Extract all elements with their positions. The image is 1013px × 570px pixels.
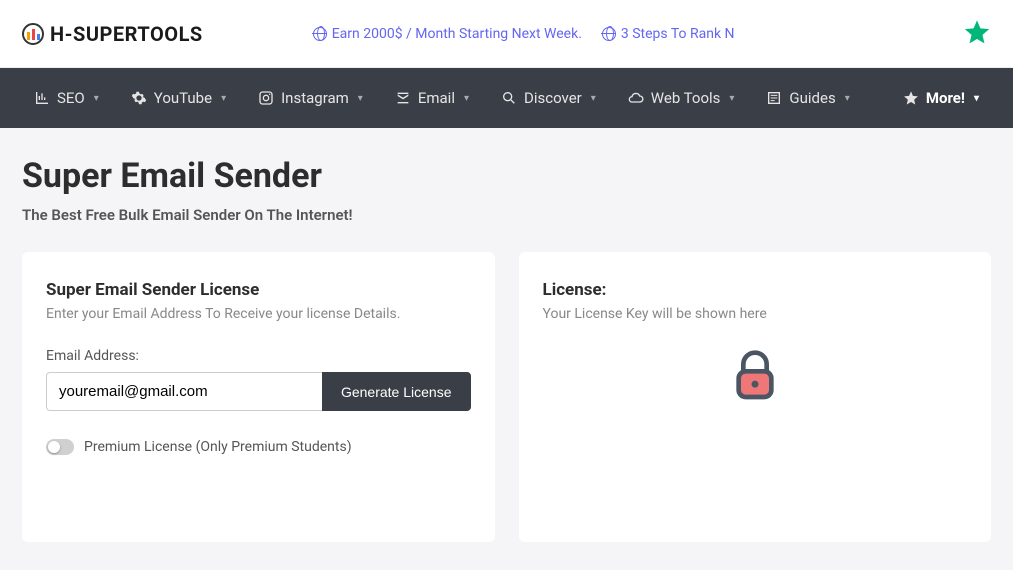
nav-webtools[interactable]: Web Tools ▾ <box>616 81 747 115</box>
trustpilot-star-icon[interactable] <box>963 18 991 50</box>
mail-icon <box>395 90 411 106</box>
form-card-title: Super Email Sender License <box>46 280 471 300</box>
generate-license-button[interactable]: Generate License <box>322 372 471 411</box>
logo[interactable]: H-SUPERTOOLS <box>22 22 203 46</box>
logo-text: H-SUPERTOOLS <box>50 22 203 46</box>
promo-link-rank[interactable]: 3 Steps To Rank N <box>602 26 735 42</box>
nav-label: Email <box>418 89 455 107</box>
nav-label: Discover <box>524 89 582 107</box>
input-row: Generate License <box>46 372 471 411</box>
chevron-down-icon: ▾ <box>94 93 99 104</box>
nav-youtube[interactable]: YouTube ▾ <box>119 81 238 115</box>
license-form-card: Super Email Sender License Enter your Em… <box>22 252 495 542</box>
nav-more[interactable]: More! ▾ <box>891 81 991 115</box>
cloud-icon <box>628 90 644 106</box>
nav-label: Web Tools <box>651 89 721 107</box>
promo-link-earn[interactable]: Earn 2000$ / Month Starting Next Week. <box>313 26 582 42</box>
nav-label: Instagram <box>281 89 349 107</box>
nav-label: More! <box>926 89 965 107</box>
promo-links: Earn 2000$ / Month Starting Next Week. 3… <box>313 26 735 42</box>
license-display-card: License: Your License Key will be shown … <box>519 252 992 542</box>
promo-link-text: 3 Steps To Rank N <box>621 26 735 42</box>
search-icon <box>501 90 517 106</box>
nav-label: Guides <box>789 89 835 107</box>
license-card-subtext: Your License Key will be shown here <box>543 306 968 322</box>
chevron-down-icon: ▾ <box>591 93 596 104</box>
nav-label: SEO <box>57 89 85 107</box>
premium-toggle-row: Premium License (Only Premium Students) <box>46 439 471 455</box>
gear-icon <box>131 90 147 106</box>
nav-instagram[interactable]: Instagram ▾ <box>246 81 375 115</box>
chevron-down-icon: ▾ <box>221 93 226 104</box>
promo-link-text: Earn 2000$ / Month Starting Next Week. <box>332 26 582 42</box>
nav-seo[interactable]: SEO ▾ <box>22 81 111 115</box>
lock-icon-wrap <box>543 348 968 404</box>
email-input[interactable] <box>46 372 322 411</box>
page-title: Super Email Sender <box>22 156 991 196</box>
logo-chart-icon <box>22 23 44 45</box>
top-header: H-SUPERTOOLS Earn 2000$ / Month Starting… <box>0 0 1013 68</box>
chevron-down-icon: ▾ <box>464 93 469 104</box>
nav-guides[interactable]: Guides ▾ <box>754 81 861 115</box>
nav-email[interactable]: Email ▾ <box>383 81 481 115</box>
form-card-subtext: Enter your Email Address To Receive your… <box>46 306 471 322</box>
chevron-down-icon: ▾ <box>358 93 363 104</box>
globe-icon <box>313 27 327 41</box>
license-card-title: License: <box>543 280 968 300</box>
page-content: Super Email Sender The Best Free Bulk Em… <box>0 128 1013 570</box>
chart-icon <box>34 90 50 106</box>
page-subtitle: The Best Free Bulk Email Sender On The I… <box>22 206 991 224</box>
instagram-icon <box>258 90 274 106</box>
globe-icon <box>602 27 616 41</box>
email-field-label: Email Address: <box>46 348 471 364</box>
star-icon <box>903 90 919 106</box>
premium-toggle[interactable] <box>46 439 74 455</box>
nav-label: YouTube <box>154 89 212 107</box>
premium-toggle-label: Premium License (Only Premium Students) <box>84 439 352 455</box>
cards-row: Super Email Sender License Enter your Em… <box>22 252 991 542</box>
news-icon <box>766 90 782 106</box>
chevron-down-icon: ▾ <box>729 93 734 104</box>
chevron-down-icon: ▾ <box>974 93 979 104</box>
lock-icon <box>727 348 783 404</box>
main-nav: SEO ▾ YouTube ▾ Instagram ▾ Email ▾ Disc… <box>0 68 1013 128</box>
nav-discover[interactable]: Discover ▾ <box>489 81 608 115</box>
chevron-down-icon: ▾ <box>845 93 850 104</box>
